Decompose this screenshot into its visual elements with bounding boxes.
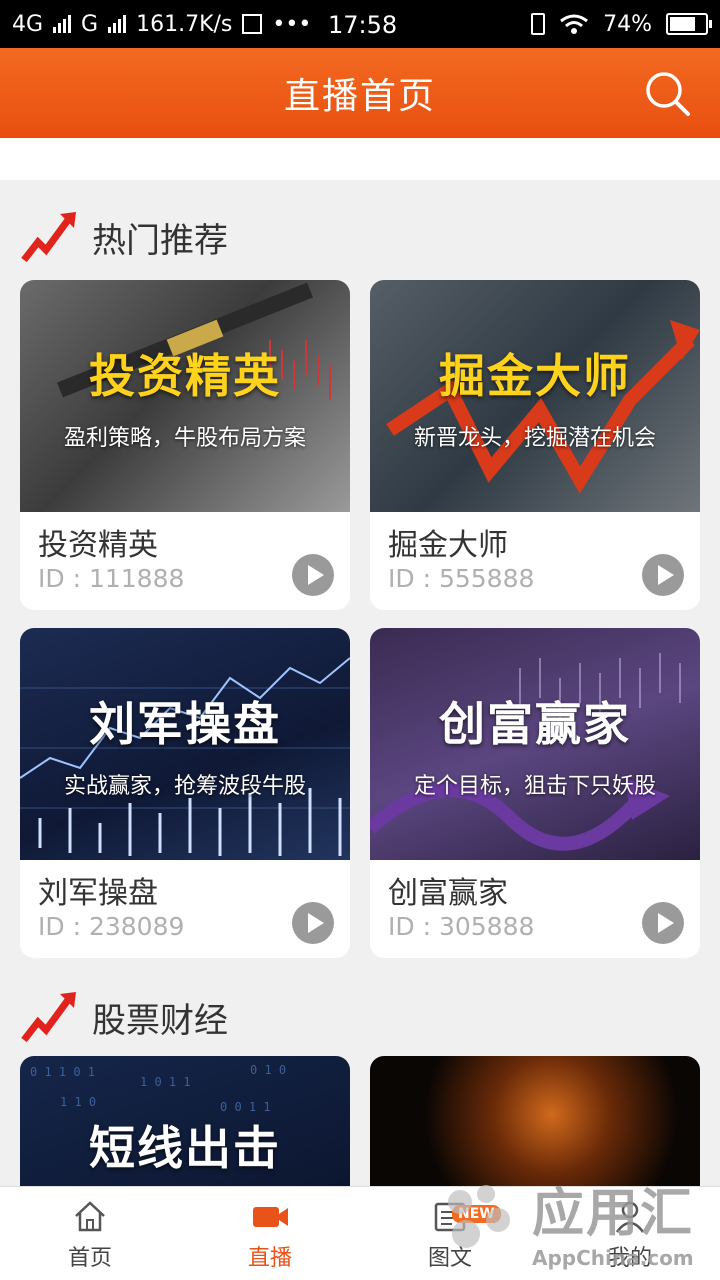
trend-up-icon bbox=[21, 992, 76, 1043]
banner-title: 掘金大师 bbox=[439, 349, 631, 403]
room-name: 投资精英 bbox=[38, 528, 158, 563]
tab-me[interactable]: 我的 bbox=[540, 1187, 720, 1280]
clock: 17:58 bbox=[328, 11, 398, 39]
tab-label: 图文 bbox=[427, 1245, 472, 1271]
play-icon[interactable] bbox=[292, 554, 334, 596]
room-id: ID : 555888 bbox=[388, 564, 535, 593]
search-icon[interactable] bbox=[644, 70, 690, 116]
video-camera-icon bbox=[253, 1206, 288, 1227]
live-room-card[interactable]: 掘金大师 新晋龙头，挖掘潜在机会 掘金大师 ID : 555888 bbox=[370, 280, 700, 610]
home-icon bbox=[75, 1200, 105, 1231]
header-spacer bbox=[0, 138, 720, 180]
tab-label: 首页 bbox=[67, 1245, 112, 1271]
room-id: ID : 238089 bbox=[38, 912, 185, 941]
battery-icon bbox=[666, 13, 712, 35]
live-room-card[interactable]: 刘军操盘 实战赢家，抢筹波段牛股 刘军操盘 ID : 238089 bbox=[20, 628, 350, 958]
room-name: 刘军操盘 bbox=[38, 876, 158, 911]
section-title: 股票财经 bbox=[92, 1000, 228, 1041]
live-room-card[interactable] bbox=[370, 1056, 700, 1186]
play-icon[interactable] bbox=[292, 902, 334, 944]
play-icon[interactable] bbox=[642, 554, 684, 596]
card-banner bbox=[370, 1056, 700, 1186]
banner-subtitle: 定个目标，狙击下只妖股 bbox=[413, 774, 656, 799]
tab-live[interactable]: 直播 bbox=[180, 1187, 360, 1280]
banner-title: 短线出击 bbox=[89, 1121, 281, 1175]
tab-label: 我的 bbox=[607, 1245, 652, 1271]
section-title: 热门推荐 bbox=[92, 220, 228, 261]
network-type-2: G bbox=[81, 11, 99, 37]
network-speed: 161.7K/s bbox=[136, 11, 233, 37]
section-header-hot: 热门推荐 bbox=[20, 208, 228, 266]
live-room-card[interactable]: 创富赢家 定个目标，狙击下只妖股 创富赢家 ID : 305888 bbox=[370, 628, 700, 958]
network-type-1: 4G bbox=[12, 11, 44, 37]
vibrate-icon bbox=[531, 13, 546, 35]
card-banner: 创富赢家 定个目标，狙击下只妖股 bbox=[370, 628, 700, 860]
play-icon[interactable] bbox=[642, 902, 684, 944]
notification-icon bbox=[242, 14, 263, 34]
status-bar: 4G G 161.7K/s ••• 17:58 74% bbox=[0, 0, 720, 48]
section-header-finance: 股票财经 bbox=[20, 988, 228, 1046]
signal-icon-2 bbox=[108, 15, 127, 33]
banner-subtitle: 盈利策略，牛股布局方案 bbox=[63, 426, 306, 451]
card-banner: 掘金大师 新晋龙头，挖掘潜在机会 bbox=[370, 280, 700, 512]
room-id: ID : 111888 bbox=[38, 564, 185, 593]
banner-title: 投资精英 bbox=[89, 349, 281, 403]
page-title: 直播首页 bbox=[283, 76, 436, 117]
banner-title: 创富赢家 bbox=[439, 697, 631, 751]
room-id: ID : 305888 bbox=[388, 912, 535, 941]
banner-subtitle: 实战赢家，抢筹波段牛股 bbox=[63, 774, 306, 799]
svg-text:0 1 1 0 1: 0 1 1 0 1 bbox=[30, 1065, 95, 1079]
card-banner: 0 1 1 0 11 0 1 10 1 0 1 1 00 0 1 1 短线出击 bbox=[20, 1056, 350, 1186]
more-icon: ••• bbox=[272, 11, 312, 37]
live-room-card[interactable]: 投资精英 盈利策略，牛股布局方案 投资精英 ID : 111888 bbox=[20, 280, 350, 610]
tab-articles[interactable]: NEW 图文 bbox=[360, 1187, 540, 1280]
tab-label: 直播 bbox=[247, 1245, 292, 1271]
live-room-card[interactable]: 0 1 1 0 11 0 1 10 1 0 1 1 00 0 1 1 短线出击 bbox=[20, 1056, 350, 1186]
svg-text:1 0 1 1: 1 0 1 1 bbox=[140, 1075, 191, 1089]
tab-home[interactable]: 首页 bbox=[0, 1187, 180, 1280]
svg-text:0 1 0: 0 1 0 bbox=[250, 1063, 286, 1077]
signal-icon bbox=[53, 15, 72, 33]
room-name: 掘金大师 bbox=[388, 528, 508, 563]
svg-text:1 1 0: 1 1 0 bbox=[60, 1095, 96, 1109]
user-icon bbox=[615, 1201, 645, 1233]
bottom-tab-bar: 首页 直播 NEW 图文 我的 bbox=[0, 1186, 720, 1280]
new-badge: NEW bbox=[452, 1205, 501, 1223]
wifi-icon bbox=[560, 14, 589, 34]
room-name: 创富赢家 bbox=[388, 876, 508, 911]
card-banner: 投资精英 盈利策略，牛股布局方案 bbox=[20, 280, 350, 512]
app-header: 直播首页 bbox=[0, 48, 720, 138]
trend-up-icon bbox=[21, 212, 76, 263]
battery-percent: 74% bbox=[603, 11, 652, 37]
banner-title: 刘军操盘 bbox=[89, 697, 281, 751]
banner-subtitle: 新晋龙头，挖掘潜在机会 bbox=[413, 426, 656, 451]
card-banner: 刘军操盘 实战赢家，抢筹波段牛股 bbox=[20, 628, 350, 860]
